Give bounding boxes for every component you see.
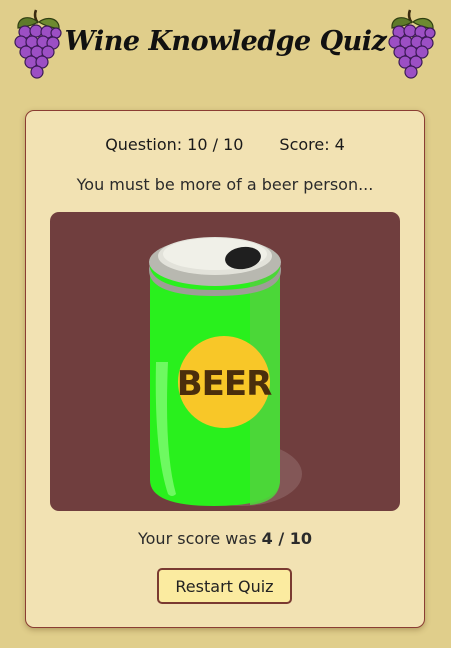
quiz-card: Question: 10 / 10 Score: 4 You must be m… <box>25 110 425 628</box>
beer-can-icon: BEER <box>149 237 302 506</box>
question-label: Question: <box>105 135 183 154</box>
final-score-prefix: Your score was <box>137 529 257 548</box>
question-counter: Question: 10 / 10 <box>105 135 243 154</box>
grapes-icon <box>388 9 436 79</box>
can-label: BEER <box>177 364 272 404</box>
question-value: 10 / 10 <box>187 135 244 154</box>
final-score-value: 4 / 10 <box>261 529 313 548</box>
page-title: Wine Knowledge Quiz <box>64 26 387 57</box>
score-counter: Score: 4 <box>279 135 344 154</box>
restart-quiz-button[interactable]: Restart Quiz <box>157 568 292 604</box>
score-value: 4 <box>334 135 345 154</box>
page-header: Wine Knowledge Quiz <box>0 0 451 90</box>
result-image: BEER <box>50 212 400 511</box>
final-score: Your score was 4 / 10 <box>26 529 424 548</box>
quiz-status: Question: 10 / 10 Score: 4 <box>26 135 424 154</box>
score-label: Score: <box>279 135 330 154</box>
result-message: You must be more of a beer person... <box>76 175 374 194</box>
